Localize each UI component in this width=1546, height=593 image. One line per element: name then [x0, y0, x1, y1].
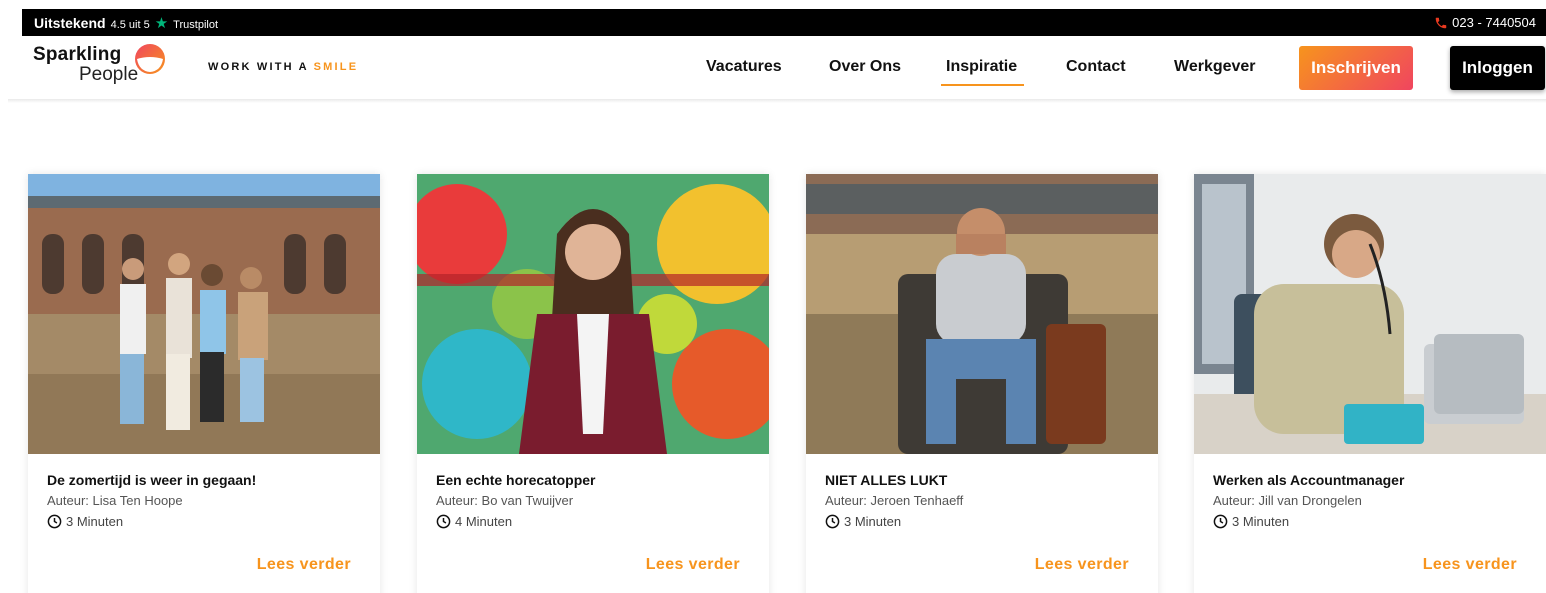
article-image[interactable] — [1194, 174, 1546, 454]
article-author: Auteur: Bo van Twuijver — [436, 493, 574, 508]
tagline-smile: SMILE — [313, 61, 359, 73]
read-more-link[interactable]: Lees verder — [646, 556, 740, 574]
rating-word: Uitstekend — [34, 14, 106, 31]
article-card[interactable]: NIET ALLES LUKT Auteur: Jeroen Tenhaeff … — [806, 174, 1158, 593]
tagline: WORK WITH A SMILE — [208, 61, 358, 73]
read-more-link[interactable]: Lees verder — [257, 556, 351, 574]
phone-icon — [1435, 17, 1447, 28]
nav-werkgever[interactable]: Werkgever — [1174, 58, 1256, 76]
nav-contact[interactable]: Contact — [1066, 58, 1126, 76]
read-time-text: 4 Minuten — [455, 514, 513, 529]
site-header: Sparkling People WORK WITH A SMILE Vacat… — [0, 36, 1546, 100]
clock-icon — [825, 514, 840, 529]
logo[interactable]: Sparkling People — [33, 40, 173, 92]
article-read-time: 4 Minuten — [436, 514, 512, 529]
read-time-text: 3 Minuten — [844, 514, 902, 529]
article-read-time: 3 Minuten — [47, 514, 123, 529]
article-title[interactable]: Een echte horecatopper — [436, 472, 596, 488]
read-time-text: 3 Minuten — [66, 514, 124, 529]
article-author: Auteur: Jeroen Tenhaeff — [825, 493, 964, 508]
login-button[interactable]: Inloggen — [1450, 46, 1545, 90]
article-card[interactable]: De zomertijd is weer in gegaan! Auteur: … — [28, 174, 380, 593]
article-image[interactable] — [417, 174, 769, 454]
read-more-link[interactable]: Lees verder — [1423, 556, 1517, 574]
nav-vacatures[interactable]: Vacatures — [706, 58, 782, 76]
star-icon: ★ — [154, 14, 169, 32]
read-time-text: 3 Minuten — [1232, 514, 1290, 529]
register-button[interactable]: Inschrijven — [1299, 46, 1413, 90]
read-more-link[interactable]: Lees verder — [1035, 556, 1129, 574]
article-title[interactable]: NIET ALLES LUKT — [825, 472, 947, 488]
phone-number: 023 - 7440504 — [1452, 15, 1536, 30]
logo-text-people: People — [79, 64, 139, 85]
clock-icon — [436, 514, 451, 529]
article-title[interactable]: Werken als Accountmanager — [1213, 472, 1404, 488]
trustpilot-rating[interactable]: Uitstekend 4.5 uit 5 ★ Trustpilot — [34, 15, 218, 31]
header-shadow — [8, 99, 1546, 103]
article-title[interactable]: De zomertijd is weer in gegaan! — [47, 472, 256, 488]
trustpilot-bar: Uitstekend 4.5 uit 5 ★ Trustpilot 023 - … — [22, 9, 1546, 36]
article-image[interactable] — [28, 174, 380, 454]
nav-over-ons[interactable]: Over Ons — [829, 58, 901, 76]
clock-icon — [47, 514, 62, 529]
article-author: Auteur: Jill van Drongelen — [1213, 493, 1362, 508]
clock-icon — [1213, 514, 1228, 529]
article-image[interactable] — [806, 174, 1158, 454]
article-author: Auteur: Lisa Ten Hoope — [47, 493, 183, 508]
article-read-time: 3 Minuten — [825, 514, 901, 529]
nav-inspiratie[interactable]: Inspiratie — [946, 58, 1017, 76]
article-card[interactable]: Werken als Accountmanager Auteur: Jill v… — [1194, 174, 1546, 593]
phone-link[interactable]: 023 - 7440504 — [1434, 15, 1536, 30]
trustpilot-label: Trustpilot — [173, 18, 218, 31]
nav-active-indicator — [941, 84, 1024, 86]
logo-text-sparkling: Sparkling — [33, 44, 122, 65]
smile-logo-icon — [135, 44, 165, 74]
tagline-prefix: WORK WITH A — [208, 61, 314, 73]
article-read-time: 3 Minuten — [1213, 514, 1289, 529]
rating-score: 4.5 uit 5 — [110, 18, 150, 31]
article-card[interactable]: Een echte horecatopper Auteur: Bo van Tw… — [417, 174, 769, 593]
